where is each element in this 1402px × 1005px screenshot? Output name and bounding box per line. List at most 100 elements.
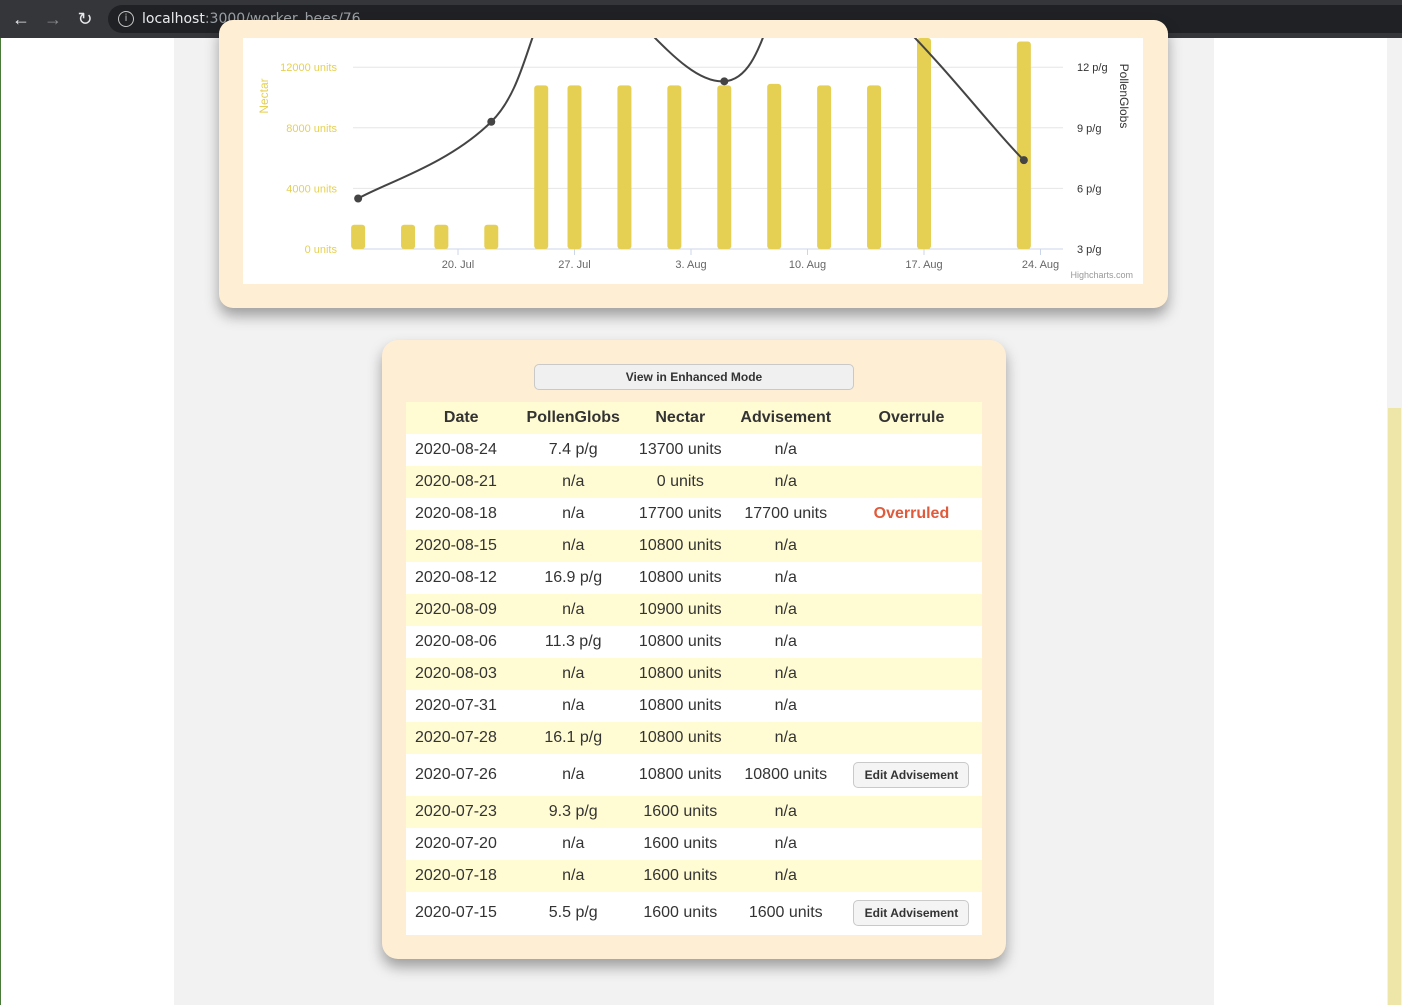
pollenglobs-point [1019,156,1028,165]
cell-advisement: n/a [730,530,841,562]
edit-advisement-button[interactable]: Edit Advisement [853,762,970,788]
cell-advisement: 1600 units [730,892,841,934]
cell-date: 2020-07-15 [406,892,517,934]
x-axis-tick-label: 24. Aug [1022,259,1059,271]
cell-overrule [840,626,982,658]
cell-advisement: 10800 units [730,754,841,796]
nectar-bar [667,85,682,249]
cell-nectar: 10800 units [629,658,731,690]
table-row: 2020-07-20 n/a 1600 units n/a [406,828,982,860]
cell-overrule [840,722,982,754]
arrow-right-icon[interactable]: → [40,6,66,32]
cell-advisement: 17700 units [730,498,841,530]
cell-overrule: Edit Advisement [840,892,982,934]
right-axis-tick-label: 3 p/g [1077,244,1101,256]
x-axis-tick-label: 27. Jul [558,259,590,271]
x-axis-tick-label: 20. Jul [442,259,474,271]
table-row: 2020-08-06 11.3 p/g 10800 units n/a [406,626,982,658]
edit-advisement-button[interactable]: Edit Advisement [853,900,970,926]
arrow-left-icon[interactable]: ← [8,6,34,32]
cell-date: 2020-08-03 [406,658,517,690]
readings-table: Date PollenGlobs Nectar Advisement Overr… [406,402,982,934]
cell-advisement: n/a [730,722,841,754]
url-host: localhost [142,11,205,27]
nectar-bar [617,85,632,249]
left-axis-tick-label: 12000 units [280,62,337,74]
cell-nectar: 17700 units [629,498,731,530]
chart-container: 0 units 4000 units 8000 units 12000 units 3 … [243,38,1143,284]
cell-nectar: 1600 units [629,860,731,892]
cell-overrule: Overruled [840,498,982,530]
cell-date: 2020-08-15 [406,530,517,562]
info-icon[interactable]: i [118,11,134,27]
nectar-pollen-chart: 0 units 4000 units 8000 units 12000 units 3 … [257,38,1133,280]
cell-overrule [840,434,982,466]
header-overrule: Overrule [840,402,982,434]
table-row: 2020-08-12 16.9 p/g 10800 units n/a [406,562,982,594]
nectar-bar [434,224,449,249]
right-axis-tick-label: 12 p/g [1077,62,1108,74]
cell-overrule [840,594,982,626]
cell-nectar: 10800 units [629,626,731,658]
reload-icon[interactable]: ↻ [72,6,98,32]
cell-pollenglobs: n/a [516,594,630,626]
table-row: 2020-07-15 5.5 p/g 1600 units 1600 units Edi… [406,892,982,934]
cell-nectar: 10800 units [629,722,731,754]
cell-date: 2020-07-18 [406,860,517,892]
cell-nectar: 10800 units [629,530,731,562]
pollenglobs-point [487,117,496,126]
cell-advisement: n/a [730,562,841,594]
x-axis-tick-label: 17. Aug [905,259,942,271]
cell-date: 2020-08-12 [406,562,517,594]
cell-advisement: n/a [730,626,841,658]
x-axis-tick-label: 10. Aug [789,259,826,271]
cell-advisement: n/a [730,690,841,722]
cell-nectar: 10800 units [629,754,731,796]
table-row: 2020-08-03 n/a 10800 units n/a [406,658,982,690]
cell-pollenglobs: n/a [516,498,630,530]
cell-date: 2020-07-28 [406,722,517,754]
table-row: 2020-08-21 n/a 0 units n/a [406,466,982,498]
nectar-bar [534,85,549,249]
cell-advisement: n/a [730,466,841,498]
table-row: 2020-07-18 n/a 1600 units n/a [406,860,982,892]
table-bottom-edge [406,932,982,935]
header-date: Date [406,402,517,434]
cell-advisement: n/a [730,796,841,828]
cell-date: 2020-08-09 [406,594,517,626]
cell-overrule [840,466,982,498]
table-row: 2020-07-23 9.3 p/g 1600 units n/a [406,796,982,828]
left-axis-tick-label: 4000 units [286,183,337,195]
cell-advisement: n/a [730,434,841,466]
cell-advisement: n/a [730,594,841,626]
cell-date: 2020-08-18 [406,498,517,530]
cell-advisement: n/a [730,860,841,892]
enhanced-mode-button[interactable]: View in Enhanced Mode [534,364,854,390]
cell-overrule [840,828,982,860]
cell-pollenglobs: n/a [516,690,630,722]
scrollbar-thumb[interactable] [1388,408,1401,1005]
right-axis-tick-label: 6 p/g [1077,183,1101,195]
cell-pollenglobs: n/a [516,466,630,498]
table-row: 2020-07-31 n/a 10800 units n/a [406,690,982,722]
cell-date: 2020-08-06 [406,626,517,658]
cell-nectar: 1600 units [629,796,731,828]
chart-credit: Highcharts.com [1070,270,1133,280]
cell-advisement: n/a [730,658,841,690]
pollenglobs-point [354,194,363,203]
cell-date: 2020-08-24 [406,434,517,466]
cell-overrule [840,562,982,594]
nectar-bar [867,85,882,249]
nectar-bar [767,83,782,249]
cell-nectar: 1600 units [629,828,731,860]
right-axis-tick-label: 9 p/g [1077,123,1101,135]
cell-pollenglobs: 9.3 p/g [516,796,630,828]
nectar-bar [401,224,416,249]
cell-pollenglobs: 11.3 p/g [516,626,630,658]
cell-overrule [840,860,982,892]
header-nectar: Nectar [629,402,731,434]
table-row: 2020-08-18 n/a 17700 units 17700 units Overr… [406,498,982,530]
nectar-bar [917,38,931,249]
left-axis-title: Nectar [257,78,271,113]
cell-nectar: 10800 units [629,562,731,594]
